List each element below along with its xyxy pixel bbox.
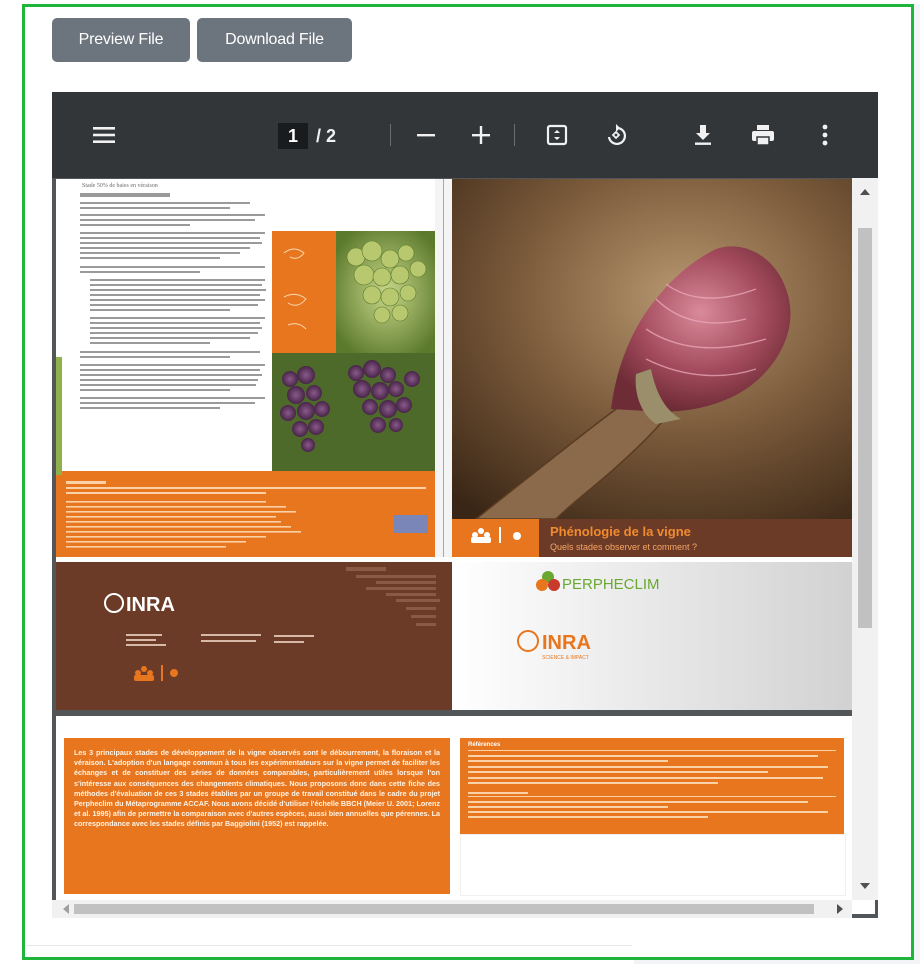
scroll-left-icon[interactable] — [56, 900, 76, 918]
pdf-viewer: 1 / 2 Stade 50% de baies en véraison Phé… — [52, 92, 878, 918]
back-inra-logo: INRA — [126, 594, 175, 616]
pdf-toolbar: 1 / 2 — [52, 92, 878, 178]
content-divider — [26, 945, 632, 946]
pdf-page-2: Les 3 principaux stades de développement… — [56, 716, 875, 914]
page-2-blank-block — [460, 834, 846, 896]
pdf-page-1: Stade 50% de baies en véraison Phénologi… — [56, 179, 875, 710]
brochure-title: Phénologie de la vigne — [550, 524, 691, 539]
brochure-left-heading: Stade 50% de baies en véraison — [82, 183, 158, 189]
brochure-subtitle: Quels stades observer et comment ? — [550, 542, 697, 552]
download-file-button[interactable]: Download File — [197, 18, 352, 62]
more-vertical-icon[interactable] — [820, 122, 830, 148]
plus-icon[interactable] — [470, 122, 492, 148]
rotate-icon[interactable] — [604, 122, 628, 148]
page-2-references: Références — [460, 738, 844, 834]
scroll-up-icon[interactable] — [852, 182, 878, 202]
toolbar-divider — [514, 124, 515, 146]
hamburger-menu-icon[interactable] — [92, 122, 116, 148]
page-count: / 2 — [316, 126, 337, 146]
vertical-scroll-thumb[interactable] — [858, 228, 872, 628]
toolbar-divider — [390, 124, 391, 146]
horizontal-scroll-thumb[interactable] — [74, 904, 814, 914]
minus-icon[interactable] — [415, 122, 437, 148]
scroll-down-icon[interactable] — [852, 876, 878, 896]
horizontal-scrollbar[interactable] — [52, 900, 852, 918]
inra-tagline: SCIENCE & IMPACT — [542, 655, 589, 661]
scroll-right-icon[interactable] — [830, 900, 850, 918]
vertical-scrollbar[interactable] — [852, 178, 878, 900]
page-1-artwork: Stade 50% de baies en véraison Phénologi… — [56, 179, 875, 710]
page-2-intro-block: Les 3 principaux stades de développement… — [64, 738, 450, 894]
download-icon[interactable] — [693, 122, 713, 148]
front-inra-logo: INRA — [542, 632, 591, 654]
page-2-intro-text: Les 3 principaux stades de développement… — [74, 748, 440, 829]
perpheclim-logo: PERPHECLIM — [562, 576, 660, 593]
preview-file-button[interactable]: Preview File — [52, 18, 190, 62]
print-icon[interactable] — [751, 122, 775, 148]
references-lines — [468, 750, 836, 818]
page-number-input[interactable]: 1 — [278, 123, 308, 149]
fit-page-icon[interactable] — [546, 122, 568, 148]
